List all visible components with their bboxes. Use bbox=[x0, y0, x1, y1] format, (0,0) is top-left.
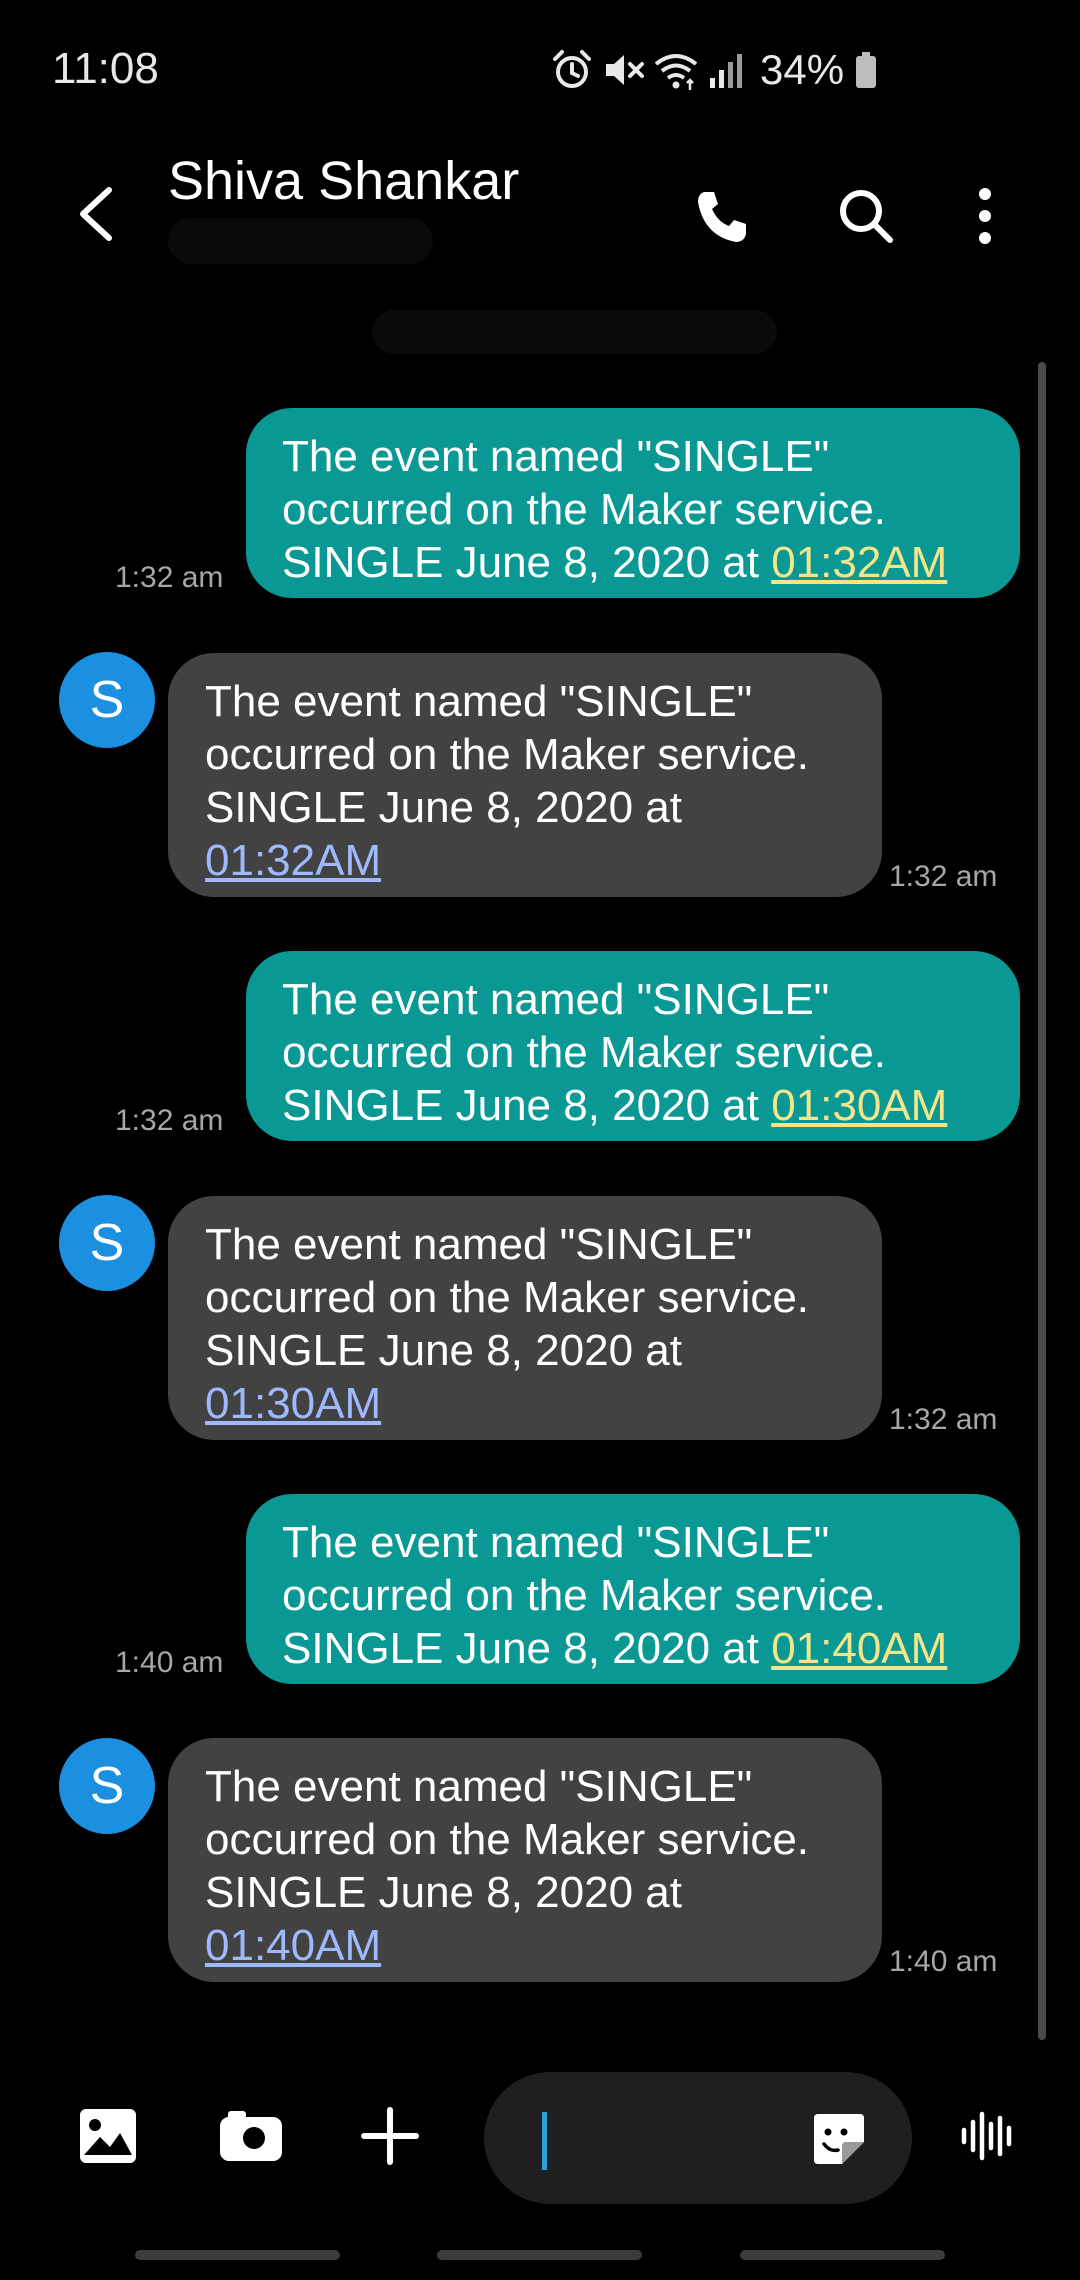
search-icon bbox=[840, 190, 893, 243]
message-text-line: occurred on the Maker service. bbox=[205, 1815, 810, 1864]
message-text-line: occurred on the Maker service. bbox=[282, 485, 887, 534]
message-text-line: occurred on the Maker service. bbox=[282, 1028, 887, 1077]
message-text-line: occurred on the Maker service. bbox=[205, 1273, 810, 1322]
composer-bar bbox=[0, 2060, 1080, 2210]
message-text-line: occurred on the Maker service. bbox=[282, 1571, 887, 1620]
message-text-line: SINGLE June 8, 2020 at bbox=[205, 783, 682, 832]
time-link[interactable]: 01:40AM bbox=[205, 1919, 846, 1972]
camera-button[interactable] bbox=[211, 2096, 291, 2176]
message-text-line: SINGLE June 8, 2020 at 01:32AM bbox=[282, 536, 984, 589]
contact-name[interactable]: Shiva Shankar bbox=[168, 150, 519, 212]
back-button[interactable] bbox=[60, 164, 130, 264]
camera-icon bbox=[220, 2111, 282, 2161]
nav-recents-button[interactable] bbox=[135, 2250, 340, 2260]
message-text: SINGLE June 8, 2020 at bbox=[282, 1081, 772, 1130]
message-input[interactable] bbox=[540, 2102, 794, 2176]
text-cursor bbox=[542, 2112, 547, 2170]
phone-icon bbox=[698, 192, 746, 242]
status-bar: 11:08 34% bbox=[0, 0, 1080, 140]
message-text-line: The event named "SINGLE" bbox=[205, 1762, 753, 1811]
message-text: SINGLE June 8, 2020 at bbox=[282, 538, 772, 587]
message-text-line: The event named "SINGLE" bbox=[282, 975, 830, 1024]
message-timestamp: 1:32 am bbox=[889, 1403, 998, 1436]
add-attachment-button[interactable] bbox=[350, 2096, 430, 2176]
nav-home-button[interactable] bbox=[437, 2250, 642, 2260]
message-text-line: SINGLE June 8, 2020 at bbox=[205, 1868, 682, 1917]
more-vertical-icon bbox=[979, 188, 991, 244]
message-text-line: The event named "SINGLE" bbox=[205, 1220, 753, 1269]
messages-screen: 11:08 34% Shiva Shankar 1:32 am The even… bbox=[0, 0, 1080, 2280]
mute-icon bbox=[606, 55, 644, 85]
message-text-line: occurred on the Maker service. bbox=[205, 730, 810, 779]
more-options-button[interactable] bbox=[935, 166, 1035, 266]
message-timestamp: 1:32 am bbox=[889, 860, 998, 893]
gallery-icon bbox=[80, 2109, 136, 2163]
message-timestamp: 1:40 am bbox=[889, 1945, 998, 1978]
scrollbar[interactable] bbox=[1038, 362, 1046, 2040]
redacted-phone-number bbox=[168, 218, 433, 264]
signal-icon bbox=[710, 54, 742, 88]
message-bubble[interactable]: The event named "SINGLE" occurred on the… bbox=[246, 408, 1020, 598]
avatar[interactable]: S bbox=[59, 652, 155, 748]
message-bubble[interactable]: The event named "SINGLE" occurred on the… bbox=[168, 1738, 882, 1982]
voice-icon bbox=[961, 2111, 1012, 2161]
message-bubble[interactable]: The event named "SINGLE" occurred on the… bbox=[168, 653, 882, 897]
time-link[interactable]: 01:32AM bbox=[205, 834, 846, 887]
conversation-header: Shiva Shankar bbox=[0, 140, 1080, 354]
search-button[interactable] bbox=[816, 166, 916, 266]
voice-button[interactable] bbox=[948, 2096, 1028, 2176]
wifi-icon bbox=[654, 54, 698, 90]
battery-percent: 34% bbox=[760, 46, 845, 93]
plus-icon bbox=[361, 2107, 419, 2165]
status-icons: 34% bbox=[548, 44, 877, 96]
time-link[interactable]: 01:30AM bbox=[771, 1081, 947, 1130]
message-bubble[interactable]: The event named "SINGLE" occurred on the… bbox=[246, 1494, 1020, 1684]
message-timestamp: 1:32 am bbox=[115, 561, 224, 594]
sticker-icon bbox=[814, 2114, 864, 2164]
message-composer[interactable] bbox=[484, 2072, 912, 2204]
message-text-line: The event named "SINGLE" bbox=[282, 432, 830, 481]
message-timestamp: 1:32 am bbox=[115, 1104, 224, 1137]
message-text-line: The event named "SINGLE" bbox=[282, 1518, 830, 1567]
message-text-line: SINGLE June 8, 2020 at 01:30AM bbox=[282, 1079, 984, 1132]
time-link[interactable]: 01:30AM bbox=[205, 1377, 846, 1430]
nav-back-button[interactable] bbox=[740, 2250, 945, 2260]
avatar[interactable]: S bbox=[59, 1195, 155, 1291]
message-bubble[interactable]: The event named "SINGLE" occurred on the… bbox=[246, 951, 1020, 1141]
message-bubble[interactable]: The event named "SINGLE" occurred on the… bbox=[168, 1196, 882, 1440]
avatar[interactable]: S bbox=[59, 1738, 155, 1834]
message-text: SINGLE June 8, 2020 at bbox=[282, 1624, 772, 1673]
redacted-info bbox=[372, 310, 777, 354]
message-timestamp: 1:40 am bbox=[115, 1646, 224, 1679]
message-text-line: SINGLE June 8, 2020 at 01:40AM bbox=[282, 1622, 984, 1675]
message-text-line: The event named "SINGLE" bbox=[205, 677, 753, 726]
status-time: 11:08 bbox=[52, 44, 159, 93]
sticker-button[interactable] bbox=[804, 2104, 874, 2174]
battery-icon bbox=[856, 52, 877, 88]
alarm-icon bbox=[553, 50, 591, 88]
call-button[interactable] bbox=[672, 166, 772, 266]
gallery-button[interactable] bbox=[68, 2096, 148, 2176]
back-icon bbox=[80, 187, 112, 241]
time-link[interactable]: 01:40AM bbox=[771, 1624, 947, 1673]
time-link[interactable]: 01:32AM bbox=[771, 538, 947, 587]
message-text-line: SINGLE June 8, 2020 at bbox=[205, 1326, 682, 1375]
